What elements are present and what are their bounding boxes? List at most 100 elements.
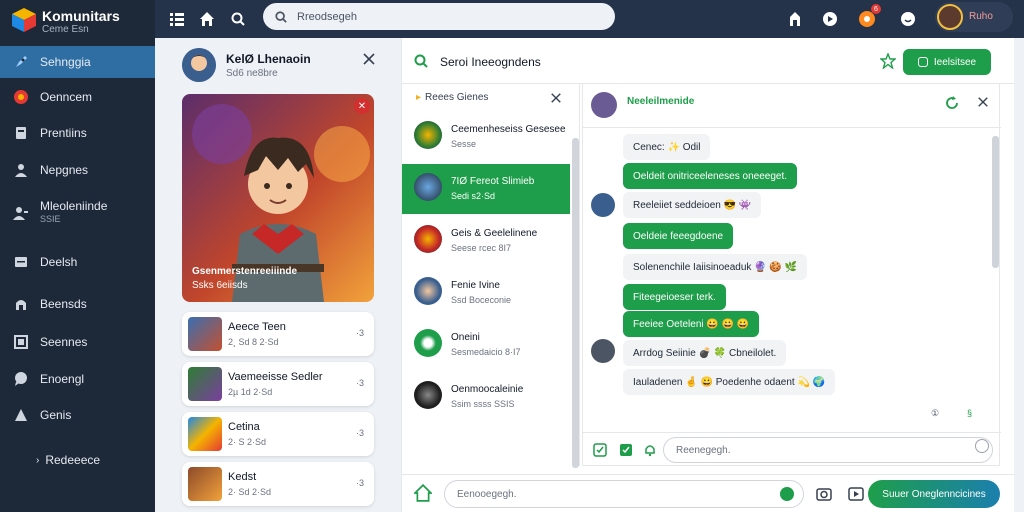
scrollbar[interactable]: [572, 138, 579, 468]
sidebar-item-nepgnes[interactable]: Nepgnes: [0, 154, 155, 186]
message-status: §: [967, 408, 973, 418]
sidebar-item-oenncem[interactable]: Oenncem: [0, 81, 155, 113]
sidebar-item-deelsh[interactable]: Deelsh: [0, 246, 155, 278]
sidebar: Komunitars Ceme Esn Sehnggia Oenncem Pre…: [0, 0, 155, 512]
contact-name: Geis & Geelelinene: [451, 228, 538, 239]
contact-name: Oneini: [451, 332, 480, 343]
sidebar-item-enoengl[interactable]: Enoengl: [0, 363, 155, 395]
search-icon[interactable]: [228, 9, 248, 29]
close-icon[interactable]: ✕: [354, 98, 370, 114]
contact-status: Seese rcec 8I7: [451, 243, 512, 253]
bell-icon[interactable]: [643, 443, 657, 457]
contact-item[interactable]: Geis & Geelelinene Seese rcec 8I7: [402, 216, 570, 266]
message-count: ①: [931, 408, 940, 418]
composer-input[interactable]: Eenooegegh.: [444, 480, 804, 508]
sidebar-item-redeeece[interactable]: › Redeeece: [0, 444, 155, 476]
game-thumbnail: [188, 417, 222, 451]
chat-message-input[interactable]: Reenegegh.: [663, 437, 993, 463]
settings-icon[interactable]: [820, 9, 840, 29]
task-icon[interactable]: [619, 443, 633, 457]
contact-item[interactable]: Oneini Sesmedaicio 8·I7: [402, 320, 570, 370]
contact-name: 7IØ Fereot Slimieb: [451, 176, 535, 187]
rocket-icon: [12, 53, 30, 71]
sidebar-item-prentiins[interactable]: Prentiins: [0, 117, 155, 149]
home-icon[interactable]: [414, 484, 432, 502]
avatar: [414, 225, 442, 253]
sidebar-item-genis[interactable]: Genis: [0, 399, 155, 431]
avatar: [414, 277, 442, 305]
sidebar-item-label: Genis: [40, 408, 72, 422]
contact-item[interactable]: 7IØ Fereot Slimieb Sedi s2·Sd: [402, 164, 570, 214]
avatar: [414, 329, 442, 357]
sidebar-item-sehnggia[interactable]: Sehnggia: [0, 46, 155, 78]
chat-message: Solenenchile Iaiisinoeaduk 🔮 🍪 🌿: [623, 254, 808, 280]
sidebar-item-label: Mleoleniinde: [40, 199, 108, 213]
new-chat-button[interactable]: Ieelsitsee: [903, 49, 991, 75]
checkbox-icon[interactable]: [593, 443, 607, 457]
game-card[interactable]: Cetina 2· S 2·Sd ·3: [182, 412, 374, 456]
notification-badge: 6: [871, 4, 881, 14]
game-card[interactable]: Vaemeeisse Sedler 2µ 1d 2·Sd ·3: [182, 362, 374, 406]
shield-icon: [12, 295, 30, 313]
sidebar-item-label: Enoengl: [40, 372, 85, 386]
chat-message: Cenec: ✨ Odil: [623, 134, 711, 160]
game-title: Aeece Teen: [228, 321, 286, 333]
chat-message: Oeldeie feeegdoene: [623, 223, 734, 249]
star-icon[interactable]: [880, 53, 896, 69]
hero-caption-title: Gsenmerstenreeiiinde: [192, 266, 298, 277]
contact-status: Ssd Boceconie: [451, 295, 512, 305]
attach-icon[interactable]: [780, 487, 794, 501]
camera-icon[interactable]: [816, 486, 832, 502]
star-icon: ▸: [416, 92, 422, 103]
user-menu[interactable]: Ruho: [935, 2, 1013, 32]
search-icon[interactable]: [414, 54, 428, 68]
close-icon[interactable]: [977, 96, 989, 108]
sidebar-item-label: Deelsh: [40, 255, 78, 269]
new-chat-label: Ieelsitsee: [933, 56, 977, 68]
avatar[interactable]: [591, 92, 617, 118]
game-card[interactable]: Kedst 2· Sd 2·Sd ·3: [182, 462, 374, 506]
sidebar-item-seennes[interactable]: Seennes: [0, 326, 155, 358]
emoji-icon[interactable]: [975, 439, 989, 453]
close-icon[interactable]: [550, 92, 562, 104]
monitor-icon: [12, 333, 30, 351]
brand[interactable]: Komunitars Ceme Esn: [8, 4, 148, 38]
user-name: Ruho: [969, 11, 993, 22]
profile-avatar[interactable]: [182, 48, 216, 82]
refresh-icon[interactable]: [945, 96, 959, 110]
contact-list-header: ▸ Reees Gienes: [416, 92, 488, 103]
plus-icon: [917, 57, 928, 67]
sidebar-item-beensds[interactable]: Beensds: [0, 288, 155, 320]
rocket-icon[interactable]: [785, 9, 805, 29]
top-bar: Rreodsegeh 6 Ruho: [155, 0, 1024, 38]
home-icon[interactable]: [197, 9, 217, 29]
sidebar-item-label: Beensds: [40, 297, 87, 311]
search-input[interactable]: Rreodsegeh: [263, 3, 615, 30]
chat-input-placeholder: Reenegegh.: [676, 444, 731, 456]
send-button[interactable]: Suuer Oneglenncicines: [868, 480, 1000, 508]
brand-title: Komunitars: [42, 8, 120, 24]
grid-menu-icon[interactable]: [167, 9, 187, 29]
emoji-icon[interactable]: [898, 9, 918, 29]
scrollbar[interactable]: [992, 136, 999, 268]
contact-item[interactable]: Fenie Ivine Ssd Boceconie: [402, 268, 570, 318]
game-stat: 2· Sd 2·Sd: [228, 487, 272, 497]
composer-placeholder: Eenooegegh.: [457, 488, 517, 500]
hero-banner[interactable]: ✕ Gsenmerstenreeiiinde Ssks 6eiisds: [182, 94, 374, 302]
chat-input-bar: Reenegegh.: [583, 432, 1001, 466]
contact-item[interactable]: Ceemenheseiss Gesesee Sesse: [402, 112, 570, 162]
close-icon[interactable]: [362, 52, 376, 66]
sidebar-item-label: Oenncem: [40, 90, 93, 104]
game-meta: ·3: [355, 478, 364, 488]
bell-icon: [12, 406, 30, 424]
game-card[interactable]: Aeece Teen 2¸ Sd 8 2·Sd ·3: [182, 312, 374, 356]
layers-icon: [12, 253, 30, 271]
video-icon[interactable]: [848, 486, 864, 502]
game-stat: 2¸ Sd 8 2·Sd: [228, 337, 279, 347]
game-title: Kedst: [228, 471, 257, 483]
brand-subtitle: Ceme Esn: [42, 24, 89, 35]
user-group-icon: [12, 204, 30, 222]
sidebar-item-mleoleniinde[interactable]: Mleoleniinde SSIE: [0, 193, 155, 233]
chat-panel-header: Seroi Ineeogndens Ieelsitsee: [402, 38, 1015, 84]
contact-item[interactable]: Oenmoocaleinie Ssim ssss SSIS: [402, 372, 570, 422]
